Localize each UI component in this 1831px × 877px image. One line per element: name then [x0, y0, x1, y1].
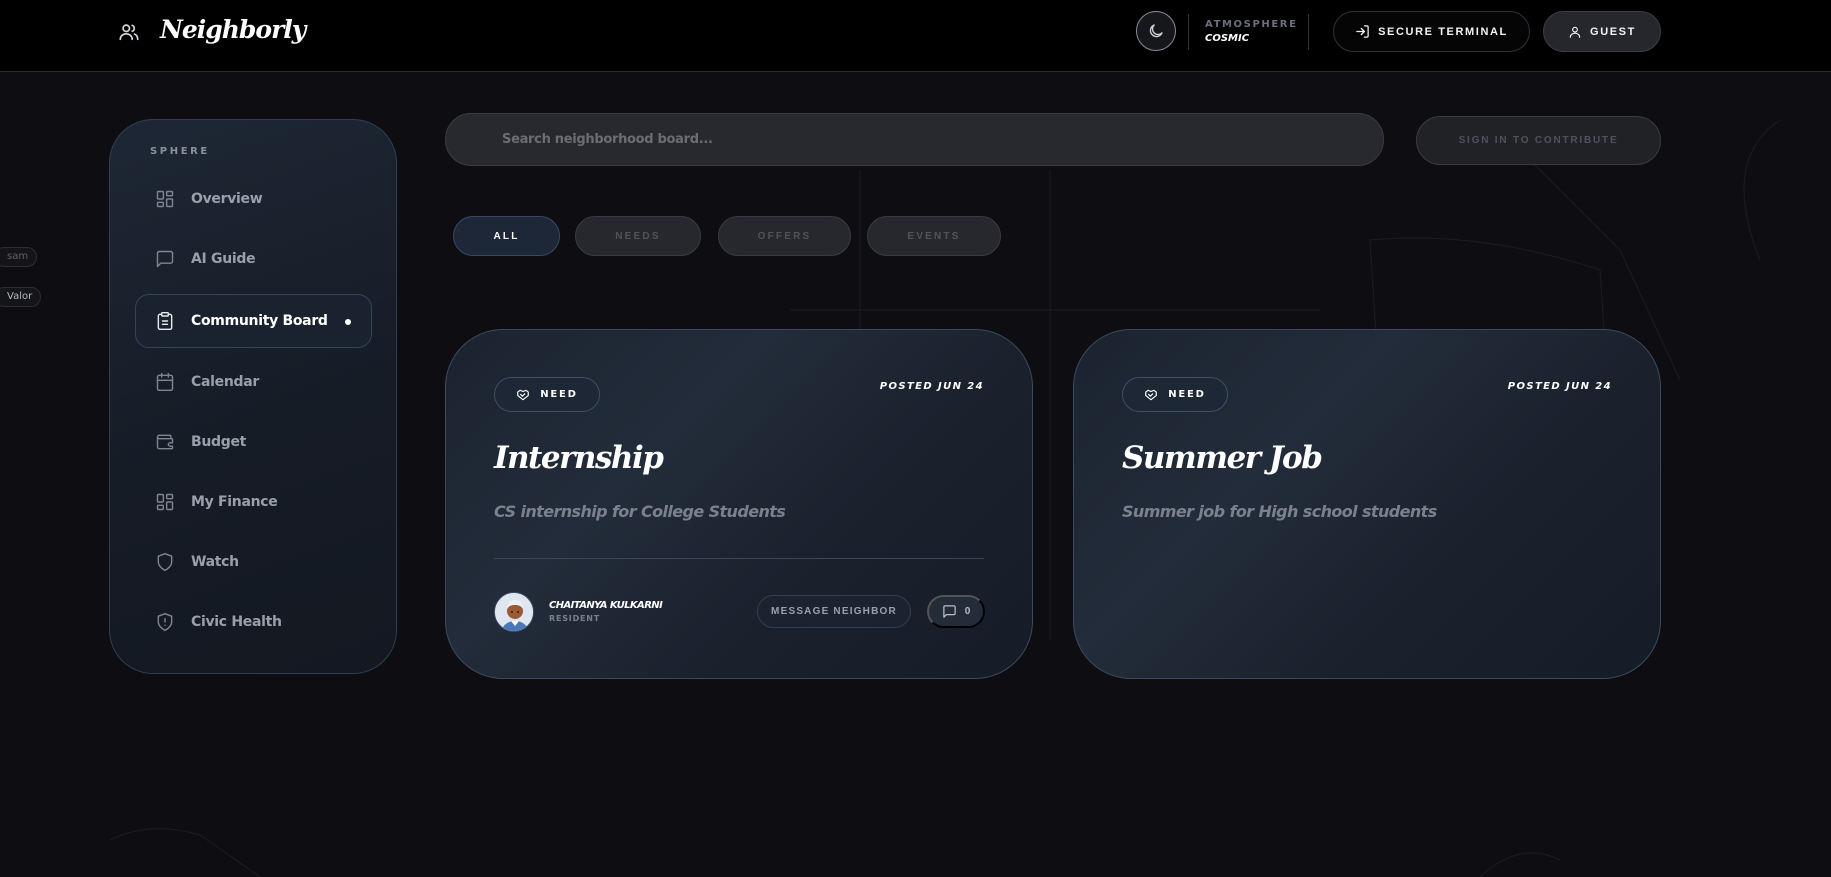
comment-count: 0: [964, 606, 971, 617]
calendar-icon: [155, 372, 175, 392]
user-chip-sam[interactable]: sam: [0, 247, 38, 267]
login-icon: [1355, 24, 1370, 39]
post-title: Internship: [494, 440, 664, 476]
sidebar-item-watch[interactable]: Watch: [135, 535, 372, 589]
sign-in-to-contribute-button[interactable]: SIGN IN TO CONTRIBUTE: [1416, 116, 1661, 165]
sidebar-item-label: AI Guide: [191, 251, 256, 267]
post-card[interactable]: NEED POSTED JUN 24 Internship CS interns…: [445, 329, 1033, 679]
guest-button[interactable]: GUEST: [1543, 11, 1661, 52]
theme-toggle-button[interactable]: [1136, 11, 1176, 51]
post-card[interactable]: NEED POSTED JUN 24 Summer Job Summer job…: [1073, 329, 1661, 679]
post-type-badge: NEED: [494, 377, 600, 412]
message-neighbor-button[interactable]: MESSAGE NEIGHBOR: [757, 595, 911, 628]
sidebar: SPHERE Overview AI Guide Community Board: [109, 119, 397, 674]
handshake-icon: [516, 388, 530, 402]
sidebar-item-budget[interactable]: Budget: [135, 415, 372, 469]
tab-needs[interactable]: NEEDS: [575, 216, 701, 256]
top-bar: Neighborly ATMOSPHERE COSMIC SECURE TERM…: [0, 0, 1831, 72]
sidebar-item-label: Community Board: [191, 313, 328, 329]
atmosphere-label: ATMOSPHERE: [1205, 19, 1298, 30]
post-date: POSTED JUN 24: [1507, 381, 1612, 392]
divider: [1188, 14, 1189, 50]
handshake-icon: [1144, 388, 1158, 402]
avatar[interactable]: [494, 592, 534, 632]
user-icon: [1568, 25, 1582, 39]
tab-all[interactable]: ALL: [453, 216, 560, 256]
brand-name[interactable]: Neighborly: [160, 15, 306, 44]
post-description: CS internship for College Students: [494, 502, 786, 521]
shield-icon: [155, 552, 175, 572]
clipboard-icon: [155, 311, 175, 331]
sidebar-item-label: Civic Health: [191, 614, 282, 630]
secure-terminal-label: SECURE TERMINAL: [1378, 25, 1508, 38]
tab-offers[interactable]: OFFERS: [718, 216, 851, 256]
sidebar-section-label: SPHERE: [150, 146, 210, 157]
sidebar-item-label: Calendar: [191, 374, 259, 390]
grid-icon: [155, 492, 175, 512]
post-date: POSTED JUN 24: [879, 381, 984, 392]
chat-icon: [155, 249, 175, 269]
grid-icon: [155, 189, 175, 209]
sidebar-item-my-finance[interactable]: My Finance: [135, 475, 372, 529]
user-chip-valor[interactable]: Valor: [0, 287, 42, 307]
sidebar-item-calendar[interactable]: Calendar: [135, 355, 372, 409]
author-name: CHAITANYA KULKARNI: [549, 600, 663, 611]
post-type-label: NEED: [540, 389, 578, 400]
sidebar-item-ai-guide[interactable]: AI Guide: [135, 232, 372, 286]
atmosphere-value: COSMIC: [1205, 33, 1250, 44]
active-indicator-dot: [345, 319, 351, 325]
divider: [1308, 14, 1309, 50]
users-icon: [118, 21, 140, 43]
search-input[interactable]: [445, 113, 1384, 166]
post-type-label: NEED: [1168, 389, 1206, 400]
sidebar-item-community-board[interactable]: Community Board: [135, 294, 372, 348]
sidebar-item-label: My Finance: [191, 494, 278, 510]
shield-alert-icon: [155, 612, 175, 632]
author-role: RESIDENT: [549, 614, 601, 623]
guest-label: GUEST: [1590, 25, 1636, 38]
comments-button[interactable]: 0: [927, 595, 985, 628]
post-type-badge: NEED: [1122, 377, 1228, 412]
sidebar-item-label: Budget: [191, 434, 247, 450]
divider: [494, 558, 984, 559]
sidebar-item-label: Overview: [191, 191, 263, 207]
sidebar-item-overview[interactable]: Overview: [135, 172, 372, 226]
moon-icon: [1147, 22, 1165, 40]
post-description: Summer job for High school students: [1122, 502, 1437, 521]
secure-terminal-button[interactable]: SECURE TERMINAL: [1333, 11, 1530, 52]
tab-events[interactable]: EVENTS: [867, 216, 1001, 256]
sidebar-item-label: Watch: [191, 554, 239, 570]
post-title: Summer Job: [1122, 440, 1323, 476]
sidebar-item-civic-health[interactable]: Civic Health: [135, 595, 372, 649]
comment-icon: [942, 604, 957, 619]
wallet-icon: [155, 432, 175, 452]
